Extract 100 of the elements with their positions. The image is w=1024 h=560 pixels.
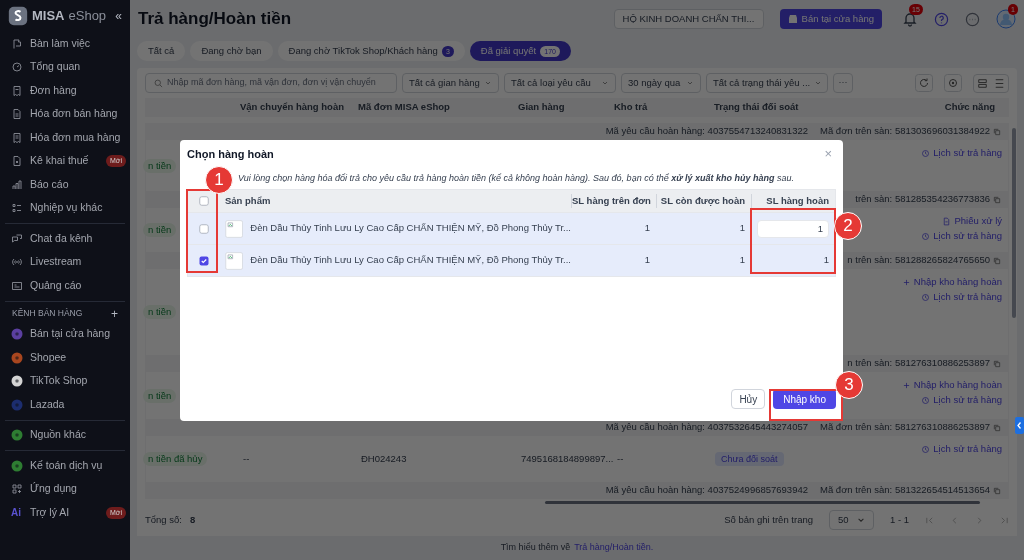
filter-dropdown[interactable]: Tất cả trạng thái yêu ...	[706, 73, 828, 93]
sidebar-item[interactable]: Hóa đơn bán hàng	[0, 102, 130, 126]
sidebar-item[interactable]: Nghiệp vụ khác	[0, 196, 130, 220]
column-header: SL hàng trên đơn	[571, 193, 656, 209]
copy-icon[interactable]	[993, 256, 1001, 265]
sidebar-item[interactable]: Báo cáo	[0, 173, 130, 197]
status-badge: n tiền	[143, 305, 177, 319]
page-title: Trả hàng/Hoàn tiền	[138, 8, 293, 31]
copy-icon[interactable]	[993, 423, 1001, 432]
copy-icon[interactable]	[993, 127, 1001, 136]
sidebar-item[interactable]: Đơn hàng	[0, 79, 130, 103]
sidebar-item[interactable]: Livestream	[0, 250, 130, 274]
reconciliation-badge: Chưa đối soát	[715, 452, 784, 466]
column-header: Trạng thái đối soát	[714, 100, 800, 115]
sidebar-item[interactable]: Ứng dụng	[0, 477, 130, 501]
vertical-scrollbar[interactable]	[1012, 128, 1016, 318]
more-icon[interactable]	[965, 11, 980, 27]
settings-icon[interactable]	[944, 74, 962, 92]
plus-icon	[901, 277, 911, 287]
chat-icon	[11, 232, 23, 245]
filter-dropdown[interactable]: Tất cả loại yêu cầu	[504, 73, 616, 93]
tab[interactable]: Đang chờ bạn	[190, 41, 273, 61]
broken-image-icon	[225, 217, 244, 240]
sidebar-item[interactable]: Nguồn khác	[0, 423, 130, 447]
copy-icon[interactable]	[993, 359, 1001, 368]
logo-icon	[8, 6, 28, 26]
checkbox[interactable]	[197, 222, 210, 235]
total-label: Tổng số:	[145, 512, 182, 527]
logo-text: eShop	[68, 7, 108, 26]
table-cell-text: --	[243, 451, 250, 466]
add-button[interactable]: +	[111, 304, 118, 323]
clock-icon	[921, 292, 931, 302]
section-heading: KÊNH BÁN HÀNG	[12, 307, 84, 320]
cancel-button[interactable]: Hủy	[731, 389, 766, 409]
list-icon	[11, 202, 23, 215]
channel-icon	[11, 375, 23, 388]
sidebar-item[interactable]: Kế toán dịch vụ	[0, 454, 130, 478]
tab[interactable]: Tất cả	[137, 41, 186, 61]
chevron-down-icon	[814, 79, 823, 87]
channel-icon	[11, 459, 23, 472]
sidebar-item[interactable]: Shopee	[0, 346, 130, 370]
status-badge: n tiền	[143, 158, 177, 173]
sidebar-item[interactable]: Quảng cáo	[0, 274, 130, 298]
filter-dropdown[interactable]: 30 ngày qua	[621, 73, 701, 93]
first-page-icon[interactable]	[925, 515, 934, 525]
refresh-icon[interactable]	[915, 74, 933, 92]
collapse-button[interactable]: «	[115, 7, 122, 25]
column-header: Sản phẩm	[224, 193, 272, 208]
sidebar-item[interactable]: Lazada	[0, 393, 130, 417]
filter-dropdown[interactable]: Tất cả gian hàng	[402, 73, 499, 93]
sidebar-item[interactable]: Tổng quan	[0, 55, 130, 79]
dialog-description: Vui lòng chọn hàng hóa đổi trả cho yêu cầu trả hàng hoàn tiền (kể cả không hoàn hàng). Sau đó, bạn có thể xử lý xuất kho hủy hàng sau.	[238, 171, 795, 185]
column-header: Chức năng	[943, 100, 996, 115]
next-page-icon[interactable]	[975, 515, 984, 525]
chevron-down-icon	[686, 79, 694, 87]
platform-order-id: n trên sàn: 581288265824765650	[847, 253, 990, 268]
clock-icon	[921, 148, 931, 158]
horizontal-scrollbar[interactable]	[545, 500, 980, 504]
plus-icon	[901, 380, 911, 390]
page-size-select[interactable]: 50	[829, 510, 874, 530]
status-badge: n tiền	[143, 223, 177, 237]
table-cell-text: 1	[643, 221, 651, 236]
shop-select[interactable]: HỘ KINH DOANH CHẤN THI...	[613, 9, 764, 29]
help-text: Tìm hiểu thêm về	[500, 541, 571, 555]
document-icon	[11, 108, 23, 121]
quantity-field[interactable]: 1	[757, 219, 829, 238]
copy-icon[interactable]	[993, 486, 1001, 495]
checkbox[interactable]	[197, 254, 210, 267]
previous-page-icon[interactable]	[950, 515, 959, 525]
copy-icon[interactable]	[993, 195, 1001, 204]
channel-icon	[11, 351, 23, 364]
sidebar-item[interactable]: Chat đa kênh	[0, 227, 130, 251]
side-panel-toggle-icon[interactable]	[1015, 417, 1024, 434]
table-cell-text: ĐH024243	[361, 451, 407, 466]
table-cell: 1	[823, 253, 829, 268]
sidebar-item[interactable]: Hóa đơn mua hàng	[0, 126, 130, 150]
page-range: 1 - 1	[890, 512, 909, 527]
dialog-title: Chọn hàng hoàn	[187, 146, 275, 163]
avatar-icon[interactable]	[996, 9, 1016, 29]
last-page-icon[interactable]	[1000, 515, 1009, 525]
table-cell-text: 1	[738, 221, 746, 236]
apps-icon	[11, 483, 23, 496]
checkbox[interactable]	[197, 195, 210, 207]
column-header: SL còn được hoàn	[656, 193, 751, 209]
sidebar-item[interactable]: TikTok Shop	[0, 369, 130, 393]
sidebar-item[interactable]: Bàn làm việc	[0, 32, 130, 56]
table-cell-text: 1	[643, 253, 651, 268]
platform-order-id: Mã đơn trên sàn: 581303696031384922	[820, 124, 990, 139]
help-icon[interactable]	[934, 11, 949, 27]
import-button[interactable]: Nhập kho	[773, 389, 836, 409]
column-header: SL hàng hoàn	[751, 193, 835, 209]
sidebar-item[interactable]: Bán tại cửa hàng	[0, 322, 130, 346]
bell-icon[interactable]	[902, 11, 918, 27]
clock-icon	[921, 231, 931, 241]
receipt-icon	[11, 131, 23, 144]
channel-icon	[11, 398, 23, 411]
clock-icon	[921, 444, 931, 454]
table-cell-text: 1	[738, 253, 746, 268]
chevron-down-icon	[857, 516, 865, 524]
product-name: Đèn Dầu Thủy Tinh Lưu Ly Cao Cấp CHẤN THIỆN MỸ, Đồ Phong Thủy Tr...	[250, 221, 571, 236]
